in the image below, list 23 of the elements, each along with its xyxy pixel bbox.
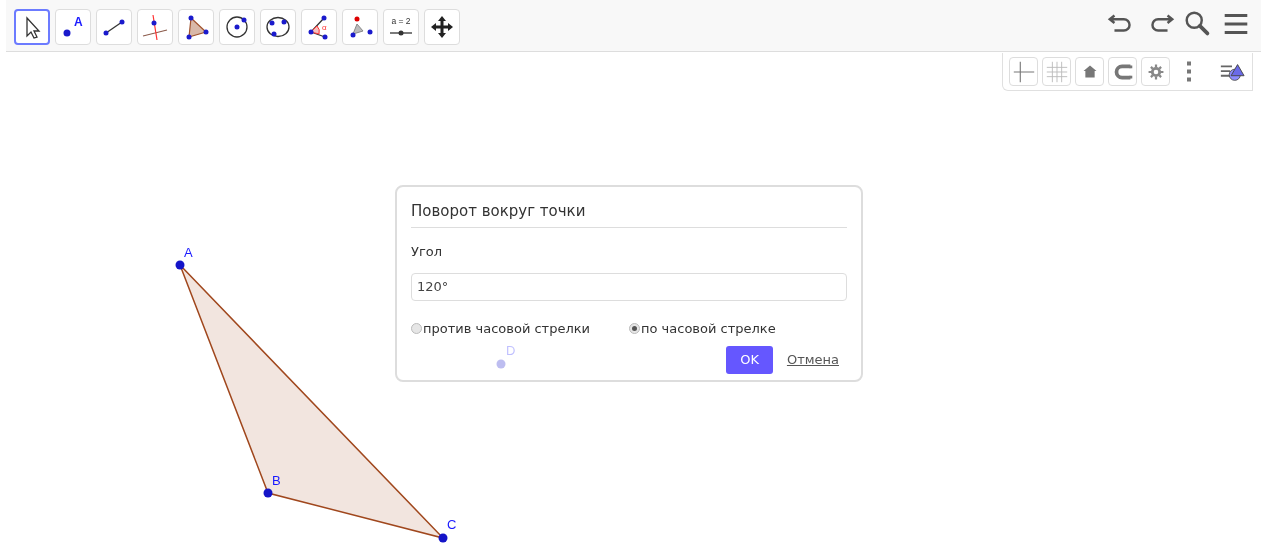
point[interactable] bbox=[438, 533, 448, 543]
radio-option[interactable]: по часовой стрелке bbox=[629, 318, 847, 338]
angle-field[interactable]: 120° bbox=[411, 272, 847, 301]
perpendicular-lines-icon bbox=[140, 12, 170, 42]
radio-option[interactable]: против часовой стрелки bbox=[411, 318, 629, 338]
magnet-button[interactable] bbox=[1108, 57, 1137, 86]
point-label: A bbox=[184, 245, 193, 260]
home-button[interactable] bbox=[1075, 57, 1104, 86]
point[interactable] bbox=[263, 488, 273, 498]
point[interactable] bbox=[175, 260, 185, 270]
radio-button[interactable] bbox=[411, 322, 422, 334]
axes-button[interactable] bbox=[1009, 57, 1038, 86]
tool-button[interactable] bbox=[14, 9, 50, 45]
point-label: B bbox=[272, 473, 281, 488]
field-label: Угол bbox=[411, 242, 442, 261]
dialog-title: Поворот вокруг точки bbox=[411, 200, 847, 228]
more-icon bbox=[1185, 61, 1192, 82]
point-label: C bbox=[447, 517, 457, 532]
radio-button[interactable] bbox=[629, 322, 640, 334]
ok-button[interactable]: OK bbox=[726, 346, 773, 374]
gear-button[interactable] bbox=[1141, 57, 1170, 86]
point-label: D bbox=[506, 343, 516, 358]
cancel-link[interactable]: Отмена bbox=[786, 350, 839, 370]
